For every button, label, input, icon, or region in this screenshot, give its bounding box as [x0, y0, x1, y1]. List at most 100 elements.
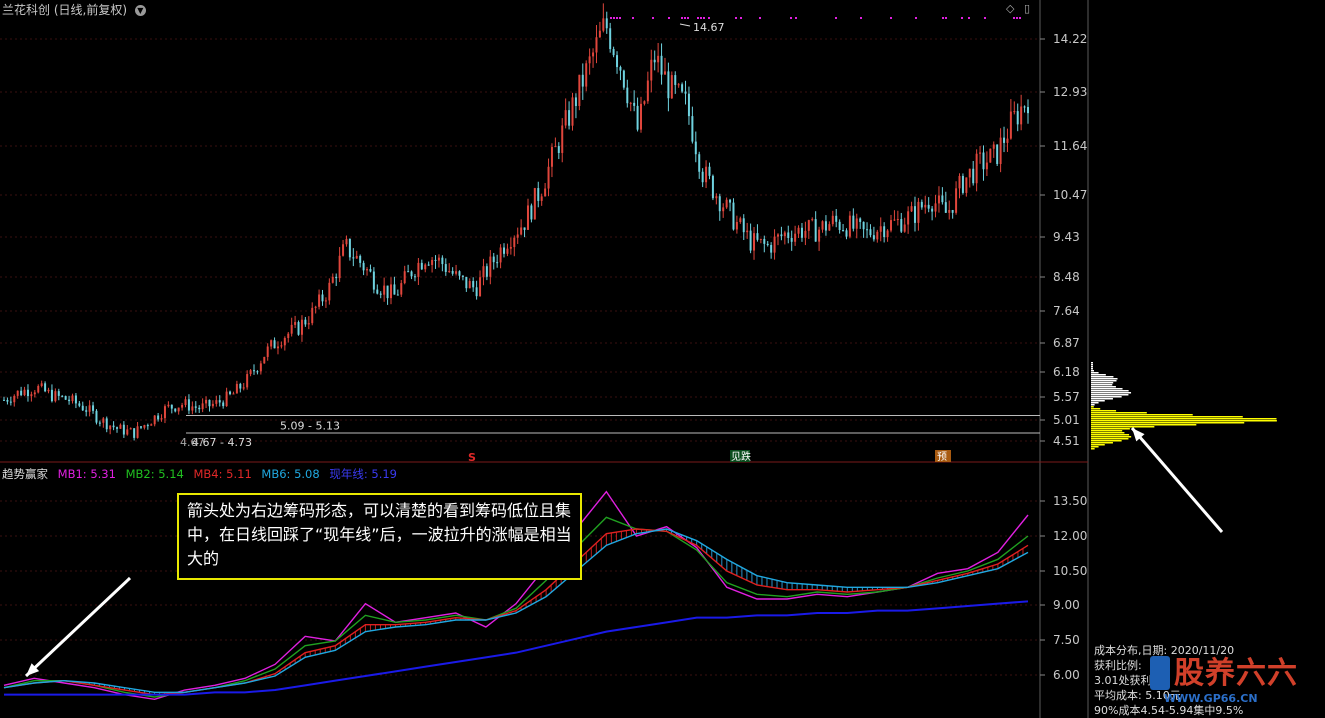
chip-bar	[1091, 374, 1106, 376]
chip-bar	[1091, 362, 1093, 364]
signal-dot	[697, 17, 699, 19]
signal-dot	[700, 17, 702, 19]
candle-body	[44, 383, 47, 392]
candle-body	[979, 152, 982, 154]
candle-body	[331, 276, 334, 283]
candle-body	[975, 153, 978, 184]
candle-body	[116, 427, 119, 429]
signal-dot	[945, 17, 947, 19]
watermark-url: WWW.GP66.CN	[1164, 692, 1258, 705]
candle-body	[160, 418, 163, 420]
chip-bar	[1091, 436, 1132, 438]
chart-canvas[interactable]: 14.22 12.93 11.64 10.47 9.43 8.48 7.64 6.87 6.18…	[0, 0, 1325, 718]
candle-body	[136, 426, 139, 438]
candle-body	[465, 276, 468, 289]
price-axis-label: 6.18	[1053, 365, 1080, 379]
candle-body	[37, 386, 40, 393]
candle-body	[366, 269, 369, 271]
candle-body	[1016, 111, 1019, 125]
candle-body	[581, 74, 584, 87]
candle-body	[307, 323, 310, 325]
annotation-note: 箭头处为右边筹码形态，可以清楚的看到筹码低位且集中，在日线回踩了“现年线”后，一…	[177, 493, 582, 580]
candle-body	[153, 415, 156, 425]
candle-body	[235, 383, 238, 394]
candle-body	[920, 201, 923, 208]
candle-body	[345, 238, 348, 245]
arrow-left	[24, 576, 132, 678]
signal-dot	[915, 17, 917, 19]
candle-body	[571, 97, 574, 126]
chip-bar	[1091, 398, 1113, 400]
candle-body	[198, 407, 201, 410]
candle-body	[348, 238, 351, 258]
candle-body	[691, 116, 694, 142]
candle-body	[485, 266, 488, 277]
candle-body	[910, 206, 913, 212]
candle-body	[605, 18, 608, 29]
diamond-icon[interactable]: ◇	[1006, 2, 1014, 15]
candle-body	[16, 390, 19, 396]
signal-dot	[616, 17, 618, 19]
candle-body	[592, 52, 595, 57]
candle-body	[612, 49, 615, 56]
candle-body	[287, 333, 290, 339]
candle-body	[776, 234, 779, 237]
chip-bar	[1091, 404, 1095, 406]
panel-toggle-icon[interactable]: ▯	[1024, 2, 1030, 15]
candle-body	[448, 270, 451, 272]
chip-bar	[1091, 406, 1094, 408]
candle-body	[667, 71, 670, 99]
candle-body	[420, 262, 423, 270]
chevron-down-icon[interactable]: ▼	[134, 5, 146, 16]
chart-title: 兰花科创 (日线,前复权) ▼	[2, 1, 146, 18]
candle-body	[379, 293, 382, 295]
chip-bar	[1091, 424, 1197, 426]
candle-body	[790, 237, 793, 242]
candle-body	[698, 154, 701, 172]
watermark-brand: 股养六六	[1174, 656, 1298, 691]
candle-body	[842, 229, 845, 231]
signal-dot	[835, 17, 837, 19]
signal-dot	[681, 17, 683, 19]
candle-body	[787, 232, 790, 238]
candle-body	[544, 188, 547, 197]
chip-bar	[1091, 392, 1132, 394]
candle-body	[321, 294, 324, 302]
candle-body	[705, 166, 708, 183]
candle-body	[461, 275, 464, 277]
candle-body	[800, 227, 803, 238]
candle-body	[756, 233, 759, 240]
signal-dot	[790, 17, 792, 19]
candle-body	[78, 403, 81, 406]
candle-body	[561, 125, 564, 153]
candle-body	[410, 271, 413, 277]
candle-body	[831, 215, 834, 225]
candle-body	[74, 395, 77, 404]
indicator-name[interactable]: 趋势赢家	[2, 467, 48, 481]
candle-body	[276, 346, 279, 349]
candle-body	[934, 203, 937, 212]
candle-body	[913, 206, 916, 223]
signal-dot	[652, 17, 654, 19]
candle-body	[57, 391, 60, 396]
candle-body	[660, 55, 663, 75]
price-axis-label: 9.43	[1053, 230, 1080, 244]
candle-body	[694, 141, 697, 155]
candle-body	[376, 289, 379, 294]
candle-body	[588, 56, 591, 64]
arrow-right	[1130, 427, 1224, 533]
candle-body	[191, 406, 194, 411]
candle-body	[109, 425, 112, 430]
chip-bar	[1091, 440, 1122, 442]
candle-body	[283, 338, 286, 346]
candle-body	[187, 399, 190, 411]
candle-body	[218, 400, 221, 403]
candle-body	[509, 247, 512, 249]
candle-body	[13, 395, 16, 403]
candle-body	[955, 188, 958, 213]
candle-body	[735, 222, 738, 230]
candle-body	[359, 255, 362, 263]
candle-body	[259, 363, 262, 372]
chip-bar	[1091, 412, 1147, 414]
chip-bar	[1091, 368, 1093, 370]
